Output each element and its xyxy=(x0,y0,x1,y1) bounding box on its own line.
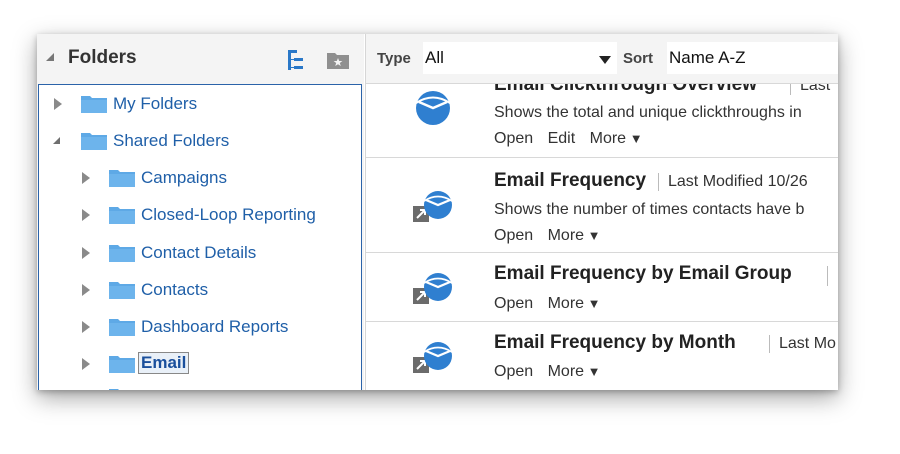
tree-node-label: Campaigns xyxy=(141,168,227,187)
item-meta xyxy=(827,266,837,286)
tree-node-my-folders[interactable]: My Folders xyxy=(39,90,359,116)
expand-arrow-icon[interactable] xyxy=(82,284,90,296)
expand-arrow-icon[interactable] xyxy=(82,209,90,221)
folder-icon xyxy=(81,96,107,113)
item-name[interactable]: Email Clickthrough Overview xyxy=(494,84,757,96)
folder-icon xyxy=(109,319,135,336)
tree-node-campaigns[interactable]: Campaigns xyxy=(39,164,359,190)
item-name[interactable]: Email Frequency xyxy=(494,170,646,192)
sort-select-value: Name A-Z xyxy=(669,48,746,67)
tree-node-contacts[interactable]: Contacts xyxy=(39,276,359,302)
item-actions: Open More xyxy=(494,295,611,313)
folders-header: Folders xyxy=(37,34,364,84)
type-select-value: All xyxy=(425,48,444,67)
collapse-panel-icon[interactable] xyxy=(46,53,54,61)
edit-link[interactable]: Edit xyxy=(548,130,576,147)
open-link[interactable]: Open xyxy=(494,130,533,147)
list-item[interactable]: Email Frequency Last Modified 10/26 Show… xyxy=(366,158,838,253)
collapse-arrow-icon[interactable] xyxy=(53,137,60,144)
tree-node-label: My Folders xyxy=(113,94,198,113)
tree-node-closed-loop-reporting[interactable]: Closed-Loop Reporting xyxy=(39,201,359,227)
more-menu[interactable]: More xyxy=(548,295,601,312)
item-name[interactable]: Email Frequency by Email Group xyxy=(494,263,792,285)
open-link[interactable]: Open xyxy=(494,295,533,312)
item-meta: Last Modified 10/26 xyxy=(658,173,808,191)
folder-tree: My Folders Shared Folders Campaigns Clos… xyxy=(38,84,362,390)
item-meta: Last xyxy=(790,84,830,95)
type-label: Type xyxy=(377,50,411,67)
list-item[interactable]: Email Frequency by Month Last Mo Open Mo… xyxy=(366,322,838,390)
report-list: Email Clickthrough Overview Last Shows t… xyxy=(366,84,838,390)
sort-select[interactable]: Name A-Z xyxy=(667,42,838,74)
item-meta: Last Mo xyxy=(769,335,836,353)
tree-node-shared-folders[interactable]: Shared Folders xyxy=(39,127,359,153)
expand-arrow-icon[interactable] xyxy=(54,98,62,110)
open-link[interactable]: Open xyxy=(494,227,533,244)
shortcut-chart-icon xyxy=(413,273,453,304)
tree-node-contact-details[interactable]: Contact Details xyxy=(39,239,359,265)
list-item[interactable]: Email Frequency by Email Group Open More xyxy=(366,253,838,322)
tree-node-label: Contacts xyxy=(141,280,209,299)
tree-node-label: Shared Folders xyxy=(113,131,230,150)
tree-node-label: Dashboard Reports xyxy=(141,317,289,336)
expand-arrow-icon[interactable] xyxy=(82,321,90,333)
folder-icon xyxy=(109,356,135,373)
folder-icon xyxy=(109,282,135,299)
dashboard-chart-icon xyxy=(415,91,451,125)
shortcut-chart-icon xyxy=(413,191,453,222)
more-menu[interactable]: More xyxy=(548,363,601,380)
open-link[interactable]: Open xyxy=(494,363,533,380)
folder-icon xyxy=(81,133,107,150)
sort-label: Sort xyxy=(623,50,653,67)
tree-node-dashboard-reports[interactable]: Dashboard Reports xyxy=(39,313,359,339)
shortcut-chart-icon xyxy=(413,342,453,373)
folder-icon xyxy=(109,207,135,224)
item-actions: Open Edit More xyxy=(494,130,653,148)
item-name[interactable]: Email Frequency by Month xyxy=(494,332,736,354)
more-menu[interactable]: More xyxy=(548,227,601,244)
chevron-down-icon xyxy=(599,56,611,64)
more-menu[interactable]: More xyxy=(590,130,643,147)
item-description: Shows the total and unique clickthroughs… xyxy=(494,104,802,121)
tree-node-label: Contact Details xyxy=(141,243,257,262)
tree-node-email[interactable]: Email xyxy=(39,350,359,376)
item-description: Shows the number of times contacts have … xyxy=(494,201,805,218)
report-browser-window: Folders My Folders Shared Folders Campai… xyxy=(37,34,838,390)
reports-panel: Type All Sort Name A-Z Email Clickthroug… xyxy=(365,34,838,390)
item-actions: Open More xyxy=(494,363,611,381)
expand-arrow-icon[interactable] xyxy=(82,358,90,370)
new-folder-icon[interactable] xyxy=(326,50,350,70)
filter-bar: Type All Sort Name A-Z xyxy=(366,34,838,84)
item-actions: Open More xyxy=(494,227,611,245)
expand-arrow-icon[interactable] xyxy=(82,247,90,259)
folders-panel: Folders My Folders Shared Folders Campai… xyxy=(37,34,364,390)
type-select[interactable]: All xyxy=(423,42,617,74)
tree-node-label-selected: Email xyxy=(138,352,190,374)
folder-icon xyxy=(109,389,119,390)
folders-title: Folders xyxy=(68,47,137,68)
list-item[interactable]: Email Clickthrough Overview Last Shows t… xyxy=(366,84,838,158)
folder-icon xyxy=(109,245,135,262)
expand-arrow-icon[interactable] xyxy=(82,172,90,184)
tree-view-icon[interactable] xyxy=(286,49,308,71)
tree-node-label: Closed-Loop Reporting xyxy=(141,205,316,224)
tree-node-partial xyxy=(39,385,359,390)
folder-icon xyxy=(109,170,135,187)
